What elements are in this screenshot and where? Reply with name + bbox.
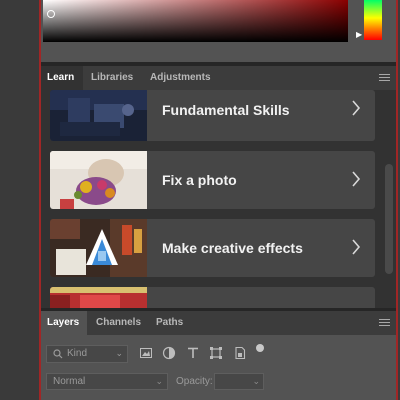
tab-adjustments[interactable]: Adjustments — [144, 66, 220, 90]
tab-libraries[interactable]: Libraries — [85, 66, 141, 90]
chevron-right-icon — [352, 239, 361, 255]
search-icon — [53, 349, 63, 359]
filter-toggle-icon[interactable] — [256, 344, 264, 352]
fix-a-photo-thumbnail — [50, 151, 147, 209]
smart-object-filter-icon[interactable] — [233, 346, 247, 360]
learn-panel-content: Fundamental Skills Fix a photo Make crea… — [41, 90, 396, 308]
image-filter-icon[interactable] — [139, 346, 153, 360]
layers-panel-tabbar: Layers Channels Paths — [41, 311, 396, 335]
opacity-label: Opacity: — [176, 376, 213, 387]
card-title: Fix a photo — [162, 172, 237, 188]
card-title: Make creative effects — [162, 240, 303, 256]
shape-filter-icon[interactable] — [209, 346, 223, 360]
learn-card-fix-a-photo[interactable]: Fix a photo — [50, 151, 375, 209]
blend-mode-select[interactable]: Normal ⌄ — [46, 373, 168, 390]
tab-learn[interactable]: Learn — [41, 66, 83, 90]
hue-slider[interactable] — [364, 0, 382, 40]
learn-card-fundamental-skills[interactable]: Fundamental Skills — [50, 90, 375, 141]
filter-kind-label: Kind — [67, 348, 88, 359]
fundamental-skills-thumbnail — [50, 90, 147, 141]
tab-channels[interactable]: Channels — [90, 311, 146, 335]
adjustment-filter-icon[interactable] — [162, 346, 176, 360]
chevron-right-icon — [352, 171, 361, 187]
chevron-down-icon: ⌄ — [155, 376, 163, 386]
color-saturation-field[interactable] — [43, 0, 348, 42]
hue-slider-handle-icon[interactable]: ▶ — [356, 31, 362, 39]
panel-menu-icon[interactable] — [379, 319, 390, 328]
blend-mode-value: Normal — [53, 376, 86, 387]
left-panel-edge — [0, 0, 40, 400]
learn-card-partial[interactable] — [50, 287, 375, 308]
chevron-down-icon: ⌄ — [252, 376, 260, 386]
learn-card-make-creative-effects[interactable]: Make creative effects — [50, 219, 375, 277]
learn-panel-tabbar: Learn Libraries Adjustments — [41, 66, 396, 90]
opacity-value — [215, 379, 219, 390]
type-filter-icon[interactable] — [186, 346, 200, 360]
color-picker-cursor[interactable] — [47, 10, 55, 18]
chevron-down-icon: ⌄ — [115, 348, 123, 358]
tab-paths[interactable]: Paths — [150, 311, 192, 335]
creative-effects-thumbnail — [50, 219, 147, 277]
layer-filter-kind-select[interactable]: Kind ⌄ — [46, 345, 128, 363]
chevron-right-icon — [352, 100, 361, 116]
tab-layers[interactable]: Layers — [41, 311, 87, 335]
panel-menu-icon[interactable] — [379, 74, 390, 83]
partial-card-thumbnail — [50, 287, 147, 308]
card-title: Fundamental Skills — [162, 102, 290, 118]
learn-scrollbar-thumb[interactable] — [385, 164, 393, 274]
opacity-input[interactable]: ⌄ — [214, 373, 264, 390]
